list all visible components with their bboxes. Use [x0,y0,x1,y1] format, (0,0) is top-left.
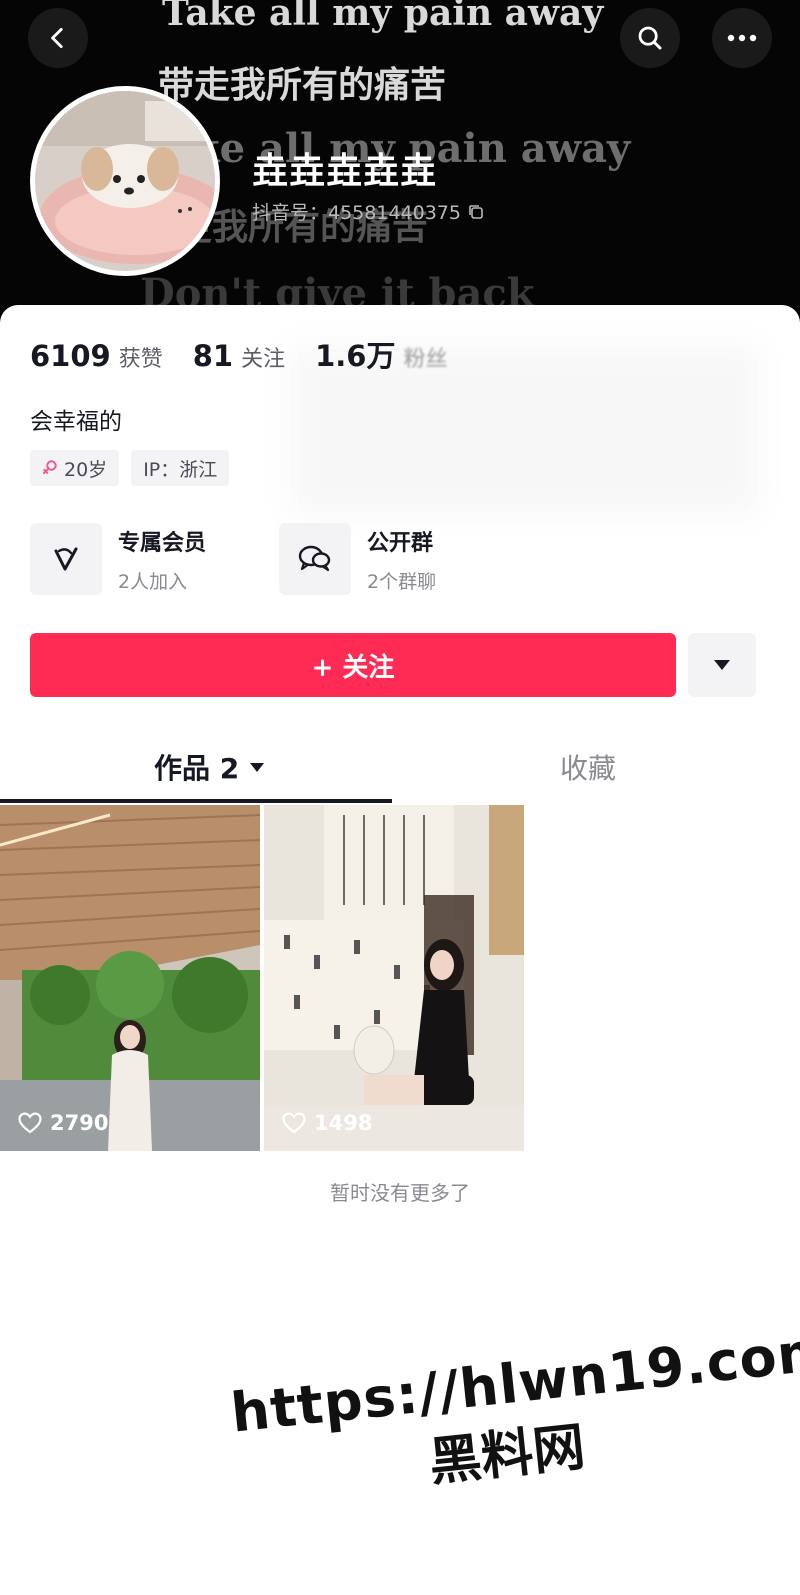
search-icon [638,26,662,50]
stat-followers[interactable]: 1.6万 粉丝 [315,333,447,375]
video-thumbnail[interactable]: 2790 [0,805,260,1151]
video-thumbnail[interactable]: 1498 [264,805,524,1151]
stat-label: 粉丝 [403,347,448,372]
group-chat-icon [298,545,331,572]
douyin-id[interactable]: 抖音号：45581440375 [252,198,485,225]
bio: 会幸福的 [30,409,122,435]
feature-icon-box [279,523,351,595]
active-tab-indicator [0,799,392,803]
caret-down-icon [250,763,265,772]
features-row: 专属会员 2人加入 公开群 2个群聊 [30,523,494,595]
content-tabs: 作品 2 收藏 [0,737,800,805]
caret-down-icon [714,660,730,670]
age-text: 20岁 [64,458,108,481]
stat-value: 1.6万 [315,339,396,373]
video-cover-image [264,805,524,1151]
follow-button[interactable]: + 关注 [30,633,676,697]
no-more-content-text: 暂时没有更多了 [330,1181,470,1205]
profile-header-background: Take all my pain away 带走我所有的痛苦 Take all … [0,0,800,340]
ip-text: IP：浙江 [143,458,218,481]
tags-row: 20岁 IP：浙江 [30,450,230,486]
stat-label: 关注 [241,347,286,372]
tab-favorites[interactable]: 收藏 [560,747,616,787]
search-button[interactable] [620,8,680,68]
copy-icon[interactable] [467,203,485,221]
stats-row: 6109 获赞 81 关注 1.6万 粉丝 [30,333,448,375]
heart-icon [18,1112,42,1134]
feature-public-group[interactable]: 公开群 2个群聊 [279,523,494,595]
feature-title: 专属会员 [118,530,207,556]
video-likes-count: 2790 [50,1111,109,1135]
video-grid: 2790 1498 [0,805,524,1151]
tab-works-label: 作品 2 [154,752,240,785]
avatar[interactable] [30,86,220,276]
vip-v-icon [54,547,78,571]
video-likes: 2790 [18,1111,108,1135]
avatar-dog-image [35,91,215,271]
chevron-left-icon [51,27,63,49]
more-dots-icon [727,34,757,42]
video-cover-image [0,805,260,1151]
age-tag: 20岁 [30,450,120,486]
stat-value: 6109 [30,339,111,373]
stat-likes: 6109 获赞 [30,339,163,373]
feature-vip-membership[interactable]: 专属会员 2人加入 [30,523,245,595]
background-lyric-line: Take all my pain away [162,0,604,34]
background-lyric-line: 带走我所有的痛苦 [158,64,447,106]
female-icon [43,460,57,474]
feature-icon-box [30,523,102,595]
back-button[interactable] [28,8,88,68]
ip-tag: IP：浙江 [131,450,230,486]
heart-icon [282,1112,306,1134]
douyin-id-text: 抖音号：45581440375 [252,202,461,224]
stat-label: 获赞 [118,347,163,372]
more-button[interactable] [712,8,772,68]
more-actions-dropdown-button[interactable] [688,633,756,697]
feature-subtitle: 2个群聊 [367,570,437,593]
video-likes-count: 1498 [314,1111,373,1135]
feature-title: 公开群 [367,530,434,556]
follow-button-label: + 关注 [311,652,395,683]
stat-following[interactable]: 81 关注 [193,339,285,373]
tab-works[interactable]: 作品 2 [154,747,265,787]
video-likes: 1498 [282,1111,372,1135]
nickname: 垚垚垚垚垚 [252,151,438,192]
feature-subtitle: 2人加入 [118,570,188,593]
stat-value: 81 [192,339,234,373]
tab-favorites-label: 收藏 [560,752,617,785]
